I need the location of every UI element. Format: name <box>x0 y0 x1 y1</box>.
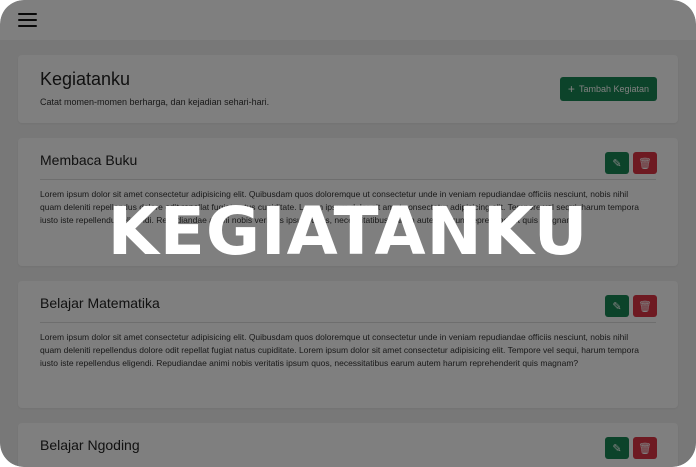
app-frame: Kegiatanku Catat momen-momen berharga, d… <box>0 0 696 467</box>
overlay-title: KEGIATANKU <box>107 193 589 270</box>
dim-overlay: KEGIATANKU <box>0 0 696 467</box>
